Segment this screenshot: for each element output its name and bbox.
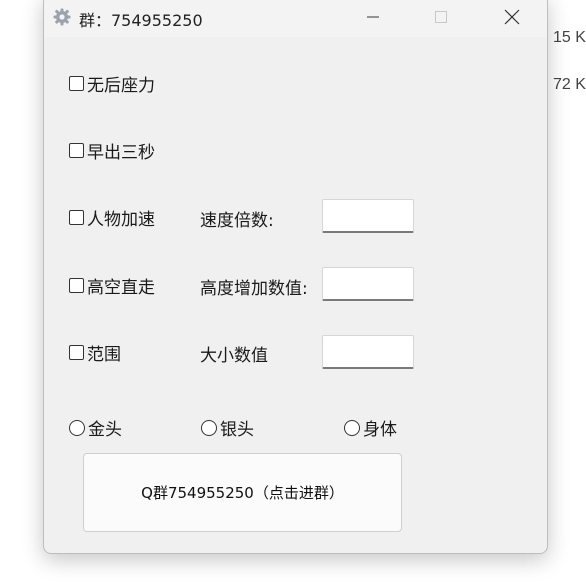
window-title: 群：754955250 [79, 11, 203, 30]
radio-body[interactable]: 身体 [344, 415, 397, 440]
checkbox-label: 无后座力 [87, 76, 155, 96]
background-text-2: 72 K [553, 76, 586, 93]
checkbox-label: 范围 [87, 345, 121, 365]
gear-icon [53, 8, 71, 26]
join-group-label: Q群754955250（点击进群） [141, 484, 344, 502]
checkbox-sky-walk[interactable]: 高空直走 [69, 273, 155, 298]
checkbox-character-speed[interactable]: 人物加速 [69, 205, 155, 230]
checkbox-box[interactable] [69, 278, 84, 293]
checkbox-range[interactable]: 范围 [69, 340, 121, 365]
close-icon [504, 9, 520, 25]
join-group-button[interactable]: Q群754955250（点击进群） [83, 453, 402, 532]
speed-multiplier-label: 速度倍数: [200, 211, 274, 231]
size-value-input[interactable] [322, 335, 414, 369]
checkbox-box[interactable] [69, 345, 84, 360]
radio-label: 身体 [363, 420, 397, 440]
radio-circle[interactable] [69, 419, 85, 436]
radio-circle[interactable] [201, 419, 217, 436]
minimize-icon [367, 16, 379, 18]
background-text-1: 15 K [553, 29, 586, 46]
checkbox-early-three-seconds[interactable]: 早出三秒 [69, 138, 155, 163]
checkbox-label: 人物加速 [87, 210, 155, 230]
height-increase-label: 高度增加数值: [200, 279, 308, 299]
maximize-icon [435, 11, 447, 23]
radio-gold-head[interactable]: 金头 [69, 415, 122, 440]
checkbox-no-recoil[interactable]: 无后座力 [69, 71, 155, 96]
size-value-label: 大小数值 [200, 346, 268, 366]
maximize-button[interactable] [418, 1, 464, 33]
checkbox-box[interactable] [69, 143, 84, 158]
radio-label: 金头 [88, 420, 122, 440]
checkbox-box[interactable] [69, 210, 84, 225]
minimize-button[interactable] [350, 1, 396, 33]
height-increase-input[interactable] [322, 267, 414, 301]
radio-silver-head[interactable]: 银头 [201, 415, 254, 440]
checkbox-box[interactable] [69, 76, 84, 91]
title-bar[interactable]: 群：754955250 [44, 0, 547, 37]
speed-multiplier-input[interactable] [322, 199, 414, 233]
close-button[interactable] [489, 1, 535, 33]
checkbox-label: 高空直走 [87, 278, 155, 298]
app-window: 群：754955250 无后座力 早出三秒 人物加速 高空直走 范围 速度倍数:… [43, 0, 548, 554]
checkbox-label: 早出三秒 [87, 143, 155, 163]
radio-label: 银头 [220, 420, 254, 440]
radio-circle[interactable] [344, 419, 360, 436]
